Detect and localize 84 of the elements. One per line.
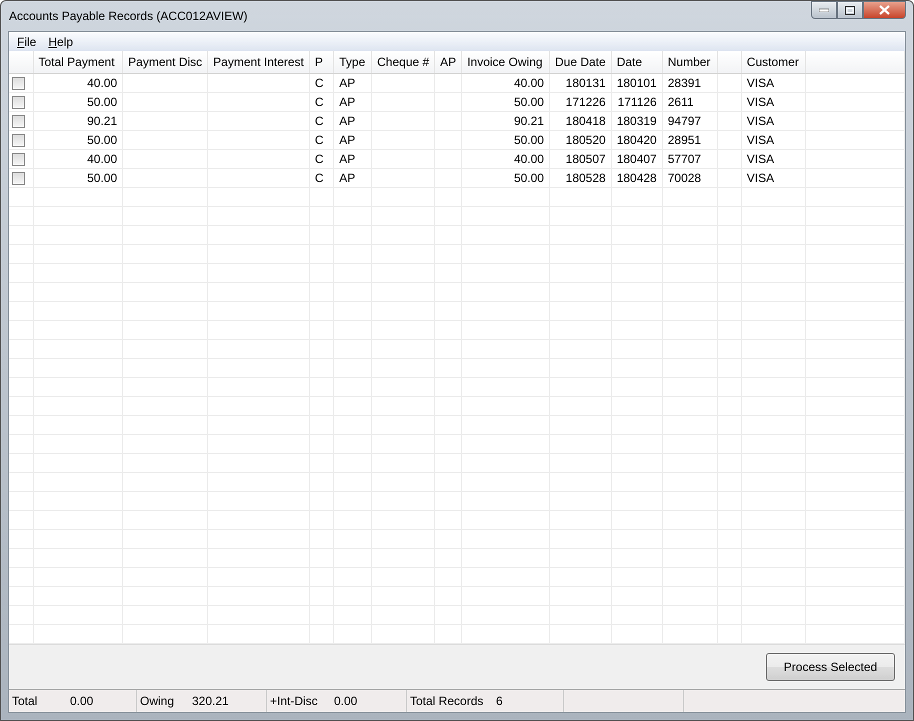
table-cell: 50.00 xyxy=(462,92,550,112)
minimize-button[interactable] xyxy=(811,1,837,19)
table-cell: 180407 xyxy=(611,150,662,168)
table-cell: 50.00 xyxy=(462,168,550,188)
table-cell: 28391 xyxy=(662,74,718,92)
table-cell: 180507 xyxy=(549,150,612,168)
row-checkbox[interactable] xyxy=(12,152,25,166)
table-cell: VISA xyxy=(741,168,806,188)
table-cell: 2611 xyxy=(662,92,718,112)
status-label: +Int-Disc xyxy=(270,694,319,708)
column-header[interactable]: Number xyxy=(662,51,718,74)
status-value: 6 xyxy=(496,694,503,708)
column-header[interactable]: Payment Disc xyxy=(122,51,208,74)
table-cell: 180520 xyxy=(549,130,612,150)
table-cell: 180418 xyxy=(549,112,612,130)
table-cell: VISA xyxy=(741,74,806,92)
column-header[interactable]: Type xyxy=(334,51,372,74)
table-cell: 50.00 xyxy=(33,92,123,112)
status-value: 0.00 xyxy=(334,694,358,708)
table-cell: 40.00 xyxy=(33,150,123,168)
table-cell: 40.00 xyxy=(33,74,123,92)
table-cell: 40.00 xyxy=(462,150,550,168)
status-label: Total Records xyxy=(410,694,484,708)
table-cell: 180420 xyxy=(611,130,662,150)
column-header[interactable]: Due Date xyxy=(549,51,612,74)
table-cell: 70028 xyxy=(662,168,718,188)
window-title: Accounts Payable Records (ACC012AVIEW) xyxy=(8,9,248,23)
table-cell: C xyxy=(309,112,334,130)
table-cell: 90.21 xyxy=(462,112,550,130)
table-cell: C xyxy=(309,92,334,112)
status-label: Owing xyxy=(140,694,176,708)
status-label: Total xyxy=(12,694,38,708)
table-cell: AP xyxy=(334,130,372,150)
table-cell: 180101 xyxy=(611,74,662,92)
table-cell: VISA xyxy=(741,92,806,112)
table-cell: AP xyxy=(334,168,372,188)
table-cell: C xyxy=(309,130,334,150)
table-cell: 50.00 xyxy=(33,130,123,150)
row-checkbox[interactable] xyxy=(12,172,25,184)
table-cell: 180428 xyxy=(611,168,662,188)
table-cell: VISA xyxy=(741,112,806,130)
table-cell: 28951 xyxy=(662,130,718,150)
table-cell: AP xyxy=(334,92,372,112)
table-cell: C xyxy=(309,74,334,92)
table-cell: AP xyxy=(334,112,372,130)
column-header[interactable]: Date xyxy=(611,51,662,74)
close-button[interactable] xyxy=(863,1,906,19)
status-value: 0.00 xyxy=(70,694,94,708)
table-cell: C xyxy=(309,168,334,188)
table-cell: 57707 xyxy=(662,150,718,168)
menu-item[interactable]: File xyxy=(11,34,42,48)
row-checkbox[interactable] xyxy=(12,134,25,146)
table-cell: 90.21 xyxy=(33,112,123,130)
status-value: 320.21 xyxy=(192,694,229,708)
column-header[interactable]: Invoice Owing xyxy=(462,51,550,74)
process-selected-button[interactable]: Process Selected xyxy=(766,653,895,681)
maximize-icon xyxy=(845,6,855,14)
column-header[interactable]: Cheque # xyxy=(372,51,435,74)
row-checkbox[interactable] xyxy=(12,76,25,90)
column-header[interactable]: Payment Interest xyxy=(208,51,310,74)
row-checkbox[interactable] xyxy=(12,96,25,108)
table-cell: 171126 xyxy=(611,92,662,112)
table-cell: VISA xyxy=(741,150,806,168)
maximize-button[interactable] xyxy=(837,1,863,19)
table-cell: 50.00 xyxy=(462,130,550,150)
column-header[interactable]: AP xyxy=(434,51,462,74)
menu-item[interactable]: Help xyxy=(42,34,80,48)
table-cell: C xyxy=(309,150,334,168)
column-header[interactable]: P xyxy=(309,51,334,74)
column-header[interactable]: Total Payment xyxy=(33,51,123,74)
table-cell: 180528 xyxy=(549,168,612,188)
minimize-icon xyxy=(819,8,829,12)
table-cell: 171226 xyxy=(549,92,612,112)
table-cell: AP xyxy=(334,150,372,168)
table-cell: VISA xyxy=(741,130,806,150)
table-cell: 180319 xyxy=(611,112,662,130)
table-cell: 50.00 xyxy=(33,168,123,188)
row-checkbox[interactable] xyxy=(12,114,25,128)
table-cell: 180131 xyxy=(549,74,612,92)
close-icon xyxy=(879,5,890,15)
table-cell: AP xyxy=(334,74,372,92)
table-cell: 94797 xyxy=(662,112,718,130)
column-header[interactable]: Customer xyxy=(741,51,806,74)
table-cell: 40.00 xyxy=(462,74,550,92)
